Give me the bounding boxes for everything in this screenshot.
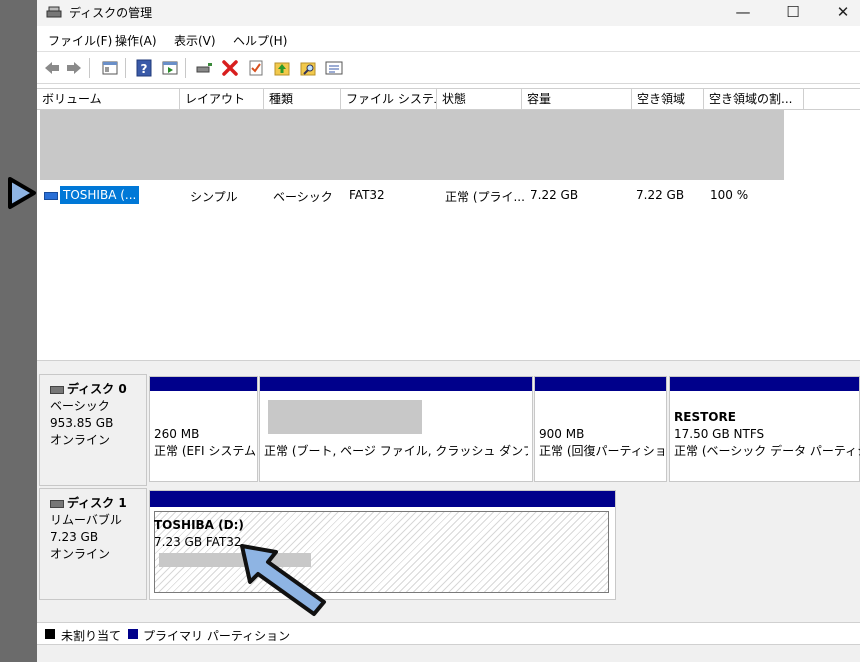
disk-1-label[interactable]: ディスク 1 リムーバブル 7.23 GB オンライン [39,488,147,600]
disk-1-name: ディスク 1 [67,496,127,510]
partition-bar [260,377,532,391]
forward-icon[interactable] [65,59,83,77]
disk-graphical-view: ディスク 0 ベーシック 953.85 GB オンライン 260 MB 正常 (… [37,368,860,622]
volume-icon [44,192,58,200]
toolbar-separator [185,58,186,78]
column-header-volume[interactable]: ボリューム [37,89,180,109]
volume-name[interactable]: TOSHIBA (... [60,186,140,204]
properties-icon[interactable] [325,59,343,77]
partition-recovery[interactable]: 900 MB 正常 (回復パーティショ [534,376,667,482]
status-bar [37,644,860,662]
connect-drive-icon[interactable] [195,59,213,77]
column-header-filesystem[interactable]: ファイル システム [341,89,437,109]
disk-0-label[interactable]: ディスク 0 ベーシック 953.85 GB オンライン [39,374,147,486]
minimize-button[interactable]: — [720,0,766,26]
maximize-button[interactable]: ☐ [770,0,816,26]
partition-size: 7.23 GB FAT32 [154,535,242,549]
partition-toshiba[interactable]: TOSHIBA (D:) 7.23 GB FAT32 [149,490,616,600]
partition-restore[interactable]: RESTORE 17.50 GB NTFS 正常 (ベーシック データ パーティ… [669,376,860,482]
disk-management-window: ディスクの管理 — ☐ ✕ ファイル(F) 操作(A) 表示(V) ヘルプ(H)… [37,0,860,662]
volume-row-toshiba[interactable]: TOSHIBA (... シンプル ベーシック FAT32 正常 (プライ...… [40,186,860,206]
menu-file[interactable]: ファイル(F) [48,32,112,49]
toolbar-separator [89,58,90,78]
disk-1-state: オンライン [50,547,111,561]
partition-system[interactable]: 正常 (ブート, ページ ファイル, クラッシュ ダンプ, ベーシ [259,376,533,482]
disk-0-size: 953.85 GB [50,416,114,430]
action-pane-icon[interactable] [161,59,179,77]
callout-arrow-annotation [236,540,336,621]
close-button[interactable]: ✕ [820,0,860,26]
menu-action[interactable]: 操作(A) [115,32,157,49]
disk-0-state: オンライン [50,433,111,447]
partition-status: 正常 (ベーシック データ パーティション [674,444,860,458]
console-tree-icon[interactable] [101,59,119,77]
partition-status: 正常 (回復パーティショ [539,444,665,458]
disk-1-type: リムーバブル [50,513,122,527]
redacted-partition-label [268,400,422,434]
volume-capacity: 7.22 GB [530,188,579,202]
partition-bar [535,377,666,391]
partition-status: 正常 (EFI システム [154,444,256,458]
disk-1-size: 7.23 GB [50,530,99,544]
column-header-layout[interactable]: レイアウト [180,89,264,109]
volume-free-space: 7.22 GB [636,188,685,202]
help-icon[interactable]: ? [135,59,153,77]
title-bar: ディスクの管理 — ☐ ✕ [37,0,860,26]
partition-bar [670,377,859,391]
column-header-free-percent[interactable]: 空き領域の割... [704,89,804,109]
volume-status: 正常 (プライ... [445,190,525,204]
column-header-capacity[interactable]: 容量 [522,89,632,109]
partition-bar [150,377,257,391]
partition-status: 正常 (ブート, ページ ファイル, クラッシュ ダンプ, ベーシ [264,444,528,458]
partition-efi[interactable]: 260 MB 正常 (EFI システム [149,376,258,482]
volume-layout: シンプル [190,190,238,204]
check-icon[interactable] [247,59,265,77]
search-folder-icon[interactable] [299,59,317,77]
volume-free-percent: 100 % [710,188,749,202]
disk-icon [50,385,64,394]
volume-list: TOSHIBA (... シンプル ベーシック FAT32 正常 (プライ...… [40,110,860,360]
partition-bar [150,491,615,507]
legend-unallocated-label: 未割り当て [61,629,122,643]
redacted-rows [40,110,784,180]
partition-size: 17.50 GB NTFS [674,427,765,441]
volume-type: ベーシック [273,190,333,204]
partition-title: RESTORE [674,410,736,424]
callout-triangle-marker [6,176,38,213]
column-header-status[interactable]: 状態 [437,89,522,109]
legend-bar: 未割り当て プライマリ パーティション [37,622,860,645]
legend-unallocated-swatch [45,629,55,639]
disk-icon [50,499,64,508]
volume-list-header: ボリューム レイアウト 種類 ファイル システム 状態 容量 空き領域 空き領域… [37,88,860,110]
partition-title: TOSHIBA (D:) [154,518,244,532]
menu-help[interactable]: ヘルプ(H) [233,32,287,49]
menu-bar: ファイル(F) 操作(A) 表示(V) ヘルプ(H) [37,28,860,50]
back-icon[interactable] [43,59,61,77]
column-header-free-space[interactable]: 空き領域 [632,89,704,109]
toolbar: ? [37,51,860,84]
legend-primary-label: プライマリ パーティション [143,629,291,643]
partition-size: 900 MB [539,427,585,441]
disk-0-type: ベーシック [50,399,110,413]
svg-text:?: ? [141,62,148,76]
column-header-type[interactable]: 種類 [264,89,341,109]
toolbar-separator [125,58,126,78]
delete-icon[interactable] [221,59,239,77]
disk-0-name: ディスク 0 [67,382,127,396]
volume-filesystem: FAT32 [349,188,385,202]
folder-up-icon[interactable] [273,59,291,77]
window-title: ディスクの管理 [69,6,153,20]
menu-view[interactable]: 表示(V) [174,32,216,49]
partition-size: 260 MB [154,427,200,441]
legend-primary-swatch [128,629,138,639]
disk-management-icon [46,5,62,19]
